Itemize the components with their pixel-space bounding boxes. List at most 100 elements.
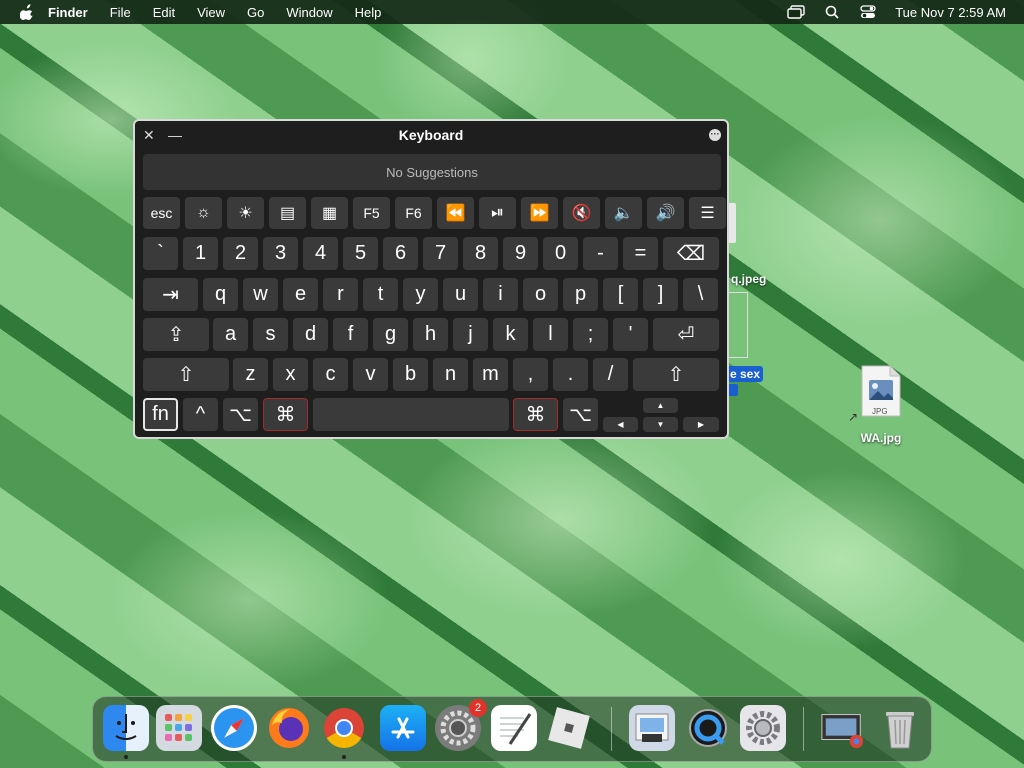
- key-11[interactable]: -: [583, 237, 618, 270]
- trash-icon[interactable]: [877, 705, 923, 751]
- key-q-row-13[interactable]: \: [683, 278, 718, 311]
- fast-forward-key[interactable]: ⏩: [521, 197, 558, 229]
- key-a-row-2[interactable]: s: [253, 318, 288, 351]
- list-key[interactable]: ☰: [689, 197, 726, 229]
- key-a-row-4[interactable]: f: [333, 318, 368, 351]
- volume-up-key[interactable]: 🔊: [647, 197, 684, 229]
- desktop-selected-file-label[interactable]: e sex: [727, 366, 764, 382]
- control-center-icon[interactable]: [859, 5, 877, 19]
- brightness-up-key[interactable]: ☀: [227, 197, 264, 229]
- app-store-icon[interactable]: [380, 705, 426, 751]
- space-bar[interactable]: [313, 398, 509, 431]
- firefox-icon[interactable]: [266, 705, 312, 751]
- esc-key[interactable]: esc: [143, 197, 180, 229]
- key-a-row-8[interactable]: k: [493, 318, 528, 351]
- menu-help[interactable]: Help: [355, 5, 382, 20]
- rewind-key[interactable]: ⏪: [437, 197, 474, 229]
- arrow-left-key[interactable]: ◀: [603, 417, 638, 432]
- key-q-row-1[interactable]: q: [203, 278, 238, 311]
- active-app-name[interactable]: Finder: [48, 5, 88, 20]
- hidden-desktop-item-edge[interactable]: [728, 203, 736, 243]
- key-1[interactable]: 1: [183, 237, 218, 270]
- key-a-row-5[interactable]: g: [373, 318, 408, 351]
- chrome-icon[interactable]: [321, 705, 367, 751]
- key-q-row-11[interactable]: [: [603, 278, 638, 311]
- control-key[interactable]: ^: [183, 398, 218, 431]
- key-a-row-1[interactable]: a: [213, 318, 248, 351]
- spotlight-search-icon[interactable]: [823, 5, 841, 19]
- arrow-up-key[interactable]: ▲: [643, 398, 678, 413]
- key-z-row-9[interactable]: .: [553, 358, 588, 391]
- key-a-row-10[interactable]: ;: [573, 318, 608, 351]
- menu-file[interactable]: File: [110, 5, 131, 20]
- key-z-row-3[interactable]: c: [313, 358, 348, 391]
- key-6[interactable]: 6: [383, 237, 418, 270]
- play-pause-key[interactable]: ⏯: [479, 197, 516, 229]
- screen-mirroring-icon[interactable]: [787, 5, 805, 19]
- right-shift-key[interactable]: ⇧: [633, 358, 719, 391]
- key-q-row-8[interactable]: i: [483, 278, 518, 311]
- key-a-row-6[interactable]: h: [413, 318, 448, 351]
- mute-key[interactable]: 🔇: [563, 197, 600, 229]
- key-q-row-4[interactable]: r: [323, 278, 358, 311]
- right-command-key[interactable]: ⌘: [513, 398, 558, 431]
- apple-menu-icon[interactable]: [18, 3, 36, 21]
- volume-down-key[interactable]: 🔈: [605, 197, 642, 229]
- key-2[interactable]: 2: [223, 237, 258, 270]
- delete-key[interactable]: ⌫: [663, 237, 719, 270]
- arrow-right-key[interactable]: ▶: [683, 417, 719, 432]
- key-q-row-9[interactable]: o: [523, 278, 558, 311]
- brightness-down-key[interactable]: ☼: [185, 197, 222, 229]
- key-q-row-12[interactable]: ]: [643, 278, 678, 311]
- key-z-row-4[interactable]: v: [353, 358, 388, 391]
- key-z-row-7[interactable]: m: [473, 358, 508, 391]
- roblox-icon[interactable]: [546, 705, 592, 751]
- key-a-row-7[interactable]: j: [453, 318, 488, 351]
- downloads-stack-icon[interactable]: [820, 705, 866, 751]
- desktop-file-label-partial[interactable]: q.jpeg: [731, 272, 766, 286]
- f5-key[interactable]: F5: [353, 197, 390, 229]
- menu-bar-clock[interactable]: Tue Nov 7 2:59 AM: [895, 5, 1006, 20]
- key-a-row-11[interactable]: ': [613, 318, 648, 351]
- key-q-row-2[interactable]: w: [243, 278, 278, 311]
- mission-control-key[interactable]: ▤: [269, 197, 306, 229]
- return-key[interactable]: ⏎: [653, 318, 719, 351]
- key-8[interactable]: 8: [463, 237, 498, 270]
- key-q-row-5[interactable]: t: [363, 278, 398, 311]
- key-12[interactable]: =: [623, 237, 658, 270]
- desktop-file-label[interactable]: WA.jpg: [855, 431, 907, 445]
- key-7[interactable]: 7: [423, 237, 458, 270]
- key-9[interactable]: 9: [503, 237, 538, 270]
- launchpad-icon[interactable]: [156, 705, 202, 751]
- left-shift-key[interactable]: ⇧: [143, 358, 229, 391]
- menu-go[interactable]: Go: [247, 5, 264, 20]
- caps-lock-key[interactable]: ⇪: [143, 318, 209, 351]
- key-z-row-1[interactable]: z: [233, 358, 268, 391]
- key-q-row-3[interactable]: e: [283, 278, 318, 311]
- preview-icon[interactable]: [629, 705, 675, 751]
- key-z-row-2[interactable]: x: [273, 358, 308, 391]
- key-q-row-7[interactable]: u: [443, 278, 478, 311]
- arrow-down-key[interactable]: ▼: [643, 417, 678, 432]
- safari-icon[interactable]: [211, 705, 257, 751]
- f6-key[interactable]: F6: [395, 197, 432, 229]
- menu-view[interactable]: View: [197, 5, 225, 20]
- key-10[interactable]: 0: [543, 237, 578, 270]
- key-0[interactable]: `: [143, 237, 178, 270]
- system-preferences-icon[interactable]: 2: [435, 699, 487, 751]
- key-5[interactable]: 5: [343, 237, 378, 270]
- key-z-row-6[interactable]: n: [433, 358, 468, 391]
- launchpad-keys-key[interactable]: ▦: [311, 197, 348, 229]
- fn-key[interactable]: fn: [143, 398, 178, 431]
- left-command-key[interactable]: ⌘: [263, 398, 308, 431]
- key-3[interactable]: 3: [263, 237, 298, 270]
- key-z-row-8[interactable]: ,: [513, 358, 548, 391]
- tab-key[interactable]: ⇥: [143, 278, 198, 311]
- menu-window[interactable]: Window: [286, 5, 332, 20]
- menu-edit[interactable]: Edit: [153, 5, 175, 20]
- finder-icon[interactable]: [103, 705, 149, 751]
- textedit-icon[interactable]: [491, 705, 537, 751]
- quicktime-icon[interactable]: [685, 705, 731, 751]
- key-4[interactable]: 4: [303, 237, 338, 270]
- key-z-row-10[interactable]: /: [593, 358, 628, 391]
